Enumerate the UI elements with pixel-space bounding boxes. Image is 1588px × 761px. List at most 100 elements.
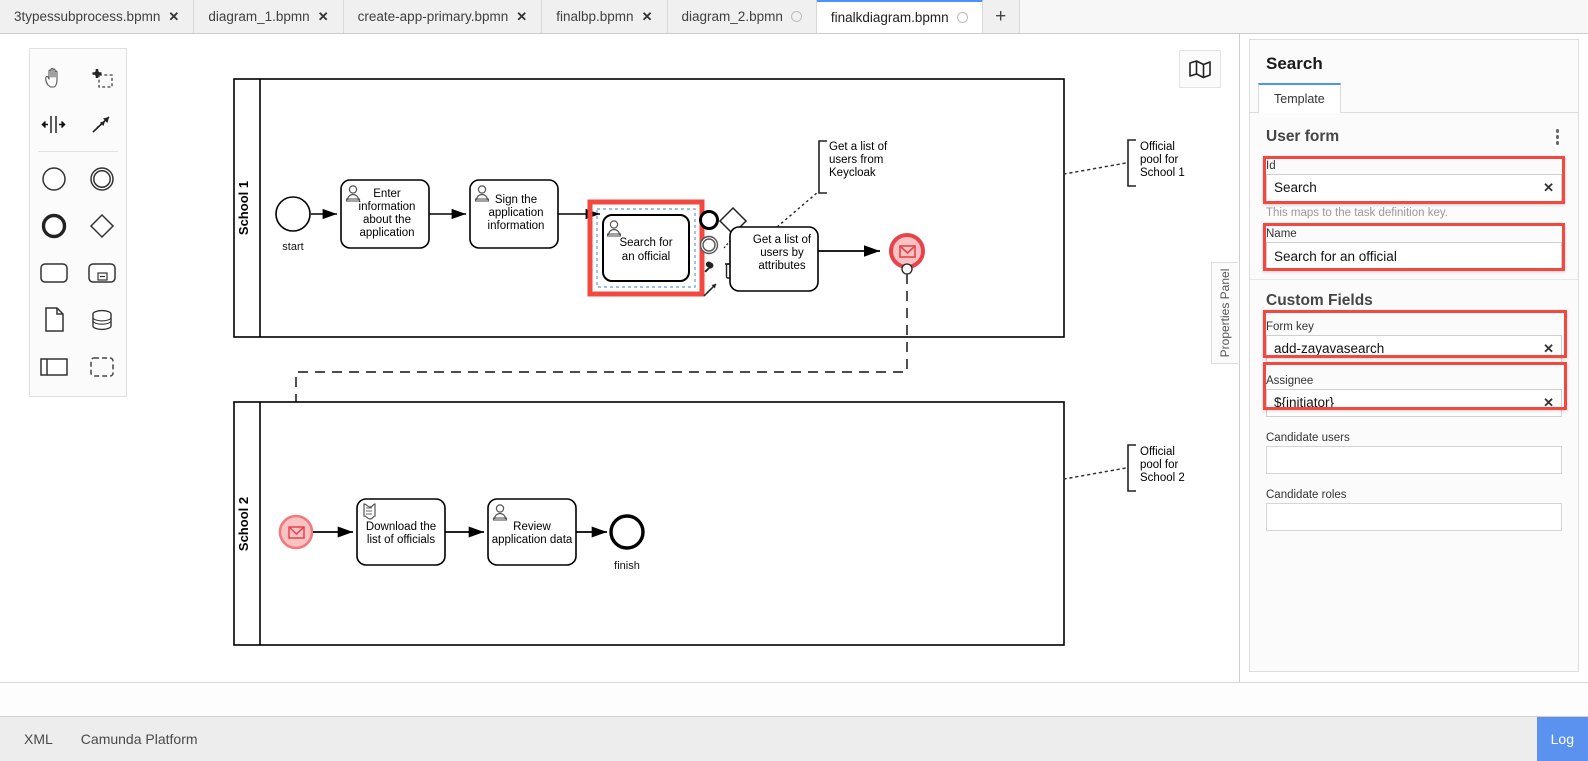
task-label-line: information	[488, 220, 545, 232]
tab-close-icon[interactable]: ✕	[642, 10, 653, 23]
clear-icon[interactable]: ✕	[1543, 341, 1554, 357]
field-label: Form key	[1266, 320, 1314, 333]
annotation-line: School 1	[1140, 167, 1185, 179]
tab-template[interactable]: Template	[1258, 83, 1341, 113]
annotation-line: School 2	[1140, 472, 1185, 484]
end-event-icon[interactable]	[30, 202, 78, 249]
minimap-toggle-button[interactable]	[1179, 50, 1221, 88]
user-task-enter-information: Enter information about the application	[340, 179, 430, 249]
status-platform-label[interactable]: Camunda Platform	[67, 717, 212, 761]
tab-bar: 3typessubprocess.bpmn ✕ diagram_1.bpmn ✕…	[0, 0, 1588, 34]
field-label: Id	[1266, 159, 1276, 172]
annotation-line: users from	[829, 154, 883, 166]
clear-icon[interactable]: ✕	[1543, 180, 1554, 196]
pool-annotation-school-2: Official pool for School 2	[1063, 444, 1185, 492]
field-candidate-roles: Candidate roles	[1250, 486, 1578, 531]
pool-annotation-school-1: Official pool for School 1	[1063, 139, 1185, 187]
message-start-event-node	[278, 514, 314, 550]
status-xml-button[interactable]: XML	[10, 717, 67, 761]
intermediate-event-icon[interactable]	[78, 155, 126, 202]
annotation-line: Keycloak	[829, 167, 876, 179]
panel-tab-list: Template	[1250, 83, 1578, 113]
field-name: Name	[1250, 225, 1578, 275]
editor-tab-active[interactable]: finalkdiagram.bpmn	[816, 0, 983, 33]
tab-label: diagram_1.bpmn	[208, 8, 310, 24]
script-task-download-list: Download the list of officials	[356, 498, 446, 566]
editor-tab[interactable]: create-app-primary.bpmn ✕	[343, 0, 543, 33]
clear-icon[interactable]: ✕	[1543, 395, 1554, 411]
form-key-input[interactable]	[1266, 334, 1562, 363]
annotation-line: pool for	[1140, 459, 1179, 471]
log-button[interactable]: Log	[1536, 717, 1588, 761]
properties-panel[interactable]: Search Template User form Id ✕ This maps…	[1240, 34, 1588, 682]
lasso-tool-icon[interactable]	[78, 54, 126, 101]
name-textarea[interactable]	[1266, 241, 1562, 270]
diagram-canvas[interactable]: School 1 start Enter information about t…	[0, 34, 1240, 682]
properties-panel-toggle-label: Properties Panel	[1218, 268, 1232, 358]
task-label-line: Sign the	[495, 194, 537, 206]
properties-panel-toggle-tab[interactable]: Properties Panel	[1211, 262, 1238, 364]
status-bar: XML Camunda Platform Log	[0, 716, 1588, 761]
task-label-line: attributes	[758, 260, 806, 272]
field-hint-id: This maps to the task definition key.	[1266, 206, 1448, 219]
field-label: Candidate roles	[1266, 488, 1347, 501]
field-candidate-users: Candidate users	[1250, 429, 1578, 474]
hand-tool-icon[interactable]	[30, 54, 78, 101]
pool-label: School 2	[236, 497, 251, 551]
task-label-line: an official	[622, 251, 670, 263]
data-object-icon[interactable]	[30, 296, 78, 343]
data-store-icon[interactable]	[78, 296, 126, 343]
tab-close-icon[interactable]: ✕	[318, 10, 329, 23]
task-label-line: application	[360, 227, 415, 239]
editor-tab[interactable]: diagram_2.bpmn	[667, 0, 817, 33]
task-icon[interactable]	[30, 249, 78, 296]
annotation-line: Get a list of	[829, 141, 888, 153]
tab-unsaved-dot-icon[interactable]	[790, 11, 802, 22]
editor-tab[interactable]: finalbp.bpmn ✕	[542, 0, 668, 33]
task-label-line: about the	[363, 214, 411, 226]
space-tool-icon[interactable]	[30, 101, 78, 148]
editor-tab[interactable]: 3typessubprocess.bpmn ✕	[0, 0, 195, 33]
pool-label: School 1	[236, 181, 251, 235]
new-tab-button[interactable]: +	[982, 0, 1020, 33]
user-task-sign-application: Sign the application information	[469, 179, 559, 249]
tab-label: create-app-primary.bpmn	[357, 8, 509, 24]
gateway-icon[interactable]	[78, 202, 126, 249]
tab-unsaved-dot-icon[interactable]	[956, 12, 968, 23]
tab-close-icon[interactable]: ✕	[516, 10, 527, 23]
group-icon[interactable]	[78, 343, 126, 390]
candidate-users-input[interactable]	[1266, 445, 1562, 474]
field-label: Assignee	[1266, 374, 1314, 387]
id-input[interactable]	[1266, 173, 1562, 202]
panel-title: Search	[1266, 54, 1323, 73]
annotation-line: pool for	[1140, 154, 1179, 166]
task-get-list-users-by-attributes: Get a list of users by attributes	[729, 226, 819, 292]
participant-icon[interactable]	[30, 343, 78, 390]
bpmn-diagram[interactable]: School 1 start Enter information about t…	[0, 34, 1240, 682]
tab-label: diagram_2.bpmn	[681, 8, 783, 24]
bpmn-palette[interactable]	[29, 48, 127, 397]
assignee-input[interactable]	[1266, 388, 1562, 417]
annotation-line: Official	[1140, 141, 1175, 153]
annotation-line: Official	[1140, 446, 1175, 458]
task-label-line: Search for	[619, 237, 672, 249]
tab-close-icon[interactable]: ✕	[168, 10, 179, 23]
kebab-icon[interactable]	[1553, 126, 1563, 148]
editor-tab[interactable]: diagram_1.bpmn ✕	[194, 0, 344, 33]
task-label-line: information	[359, 201, 416, 213]
candidate-roles-input[interactable]	[1266, 502, 1562, 531]
task-label-line: Get a list of	[753, 234, 812, 246]
global-connect-tool-icon[interactable]	[78, 101, 126, 148]
tab-label: 3typessubprocess.bpmn	[14, 8, 161, 24]
start-event-icon[interactable]	[30, 155, 78, 202]
user-task-search-for-official: Search for an official	[602, 214, 690, 282]
append-end-event-icon	[699, 210, 719, 230]
group-title: User form	[1266, 127, 1340, 145]
task-label-line: Review	[513, 521, 551, 533]
group-header-user-form: User form	[1250, 113, 1578, 157]
field-form-key: Form key ✕	[1250, 318, 1578, 363]
subprocess-expanded-icon[interactable]	[78, 249, 126, 296]
end-event-label: finish	[614, 560, 640, 572]
tab-label: finalkdiagram.bpmn	[830, 9, 949, 25]
user-task-review-application-data: Review application data	[487, 498, 577, 566]
